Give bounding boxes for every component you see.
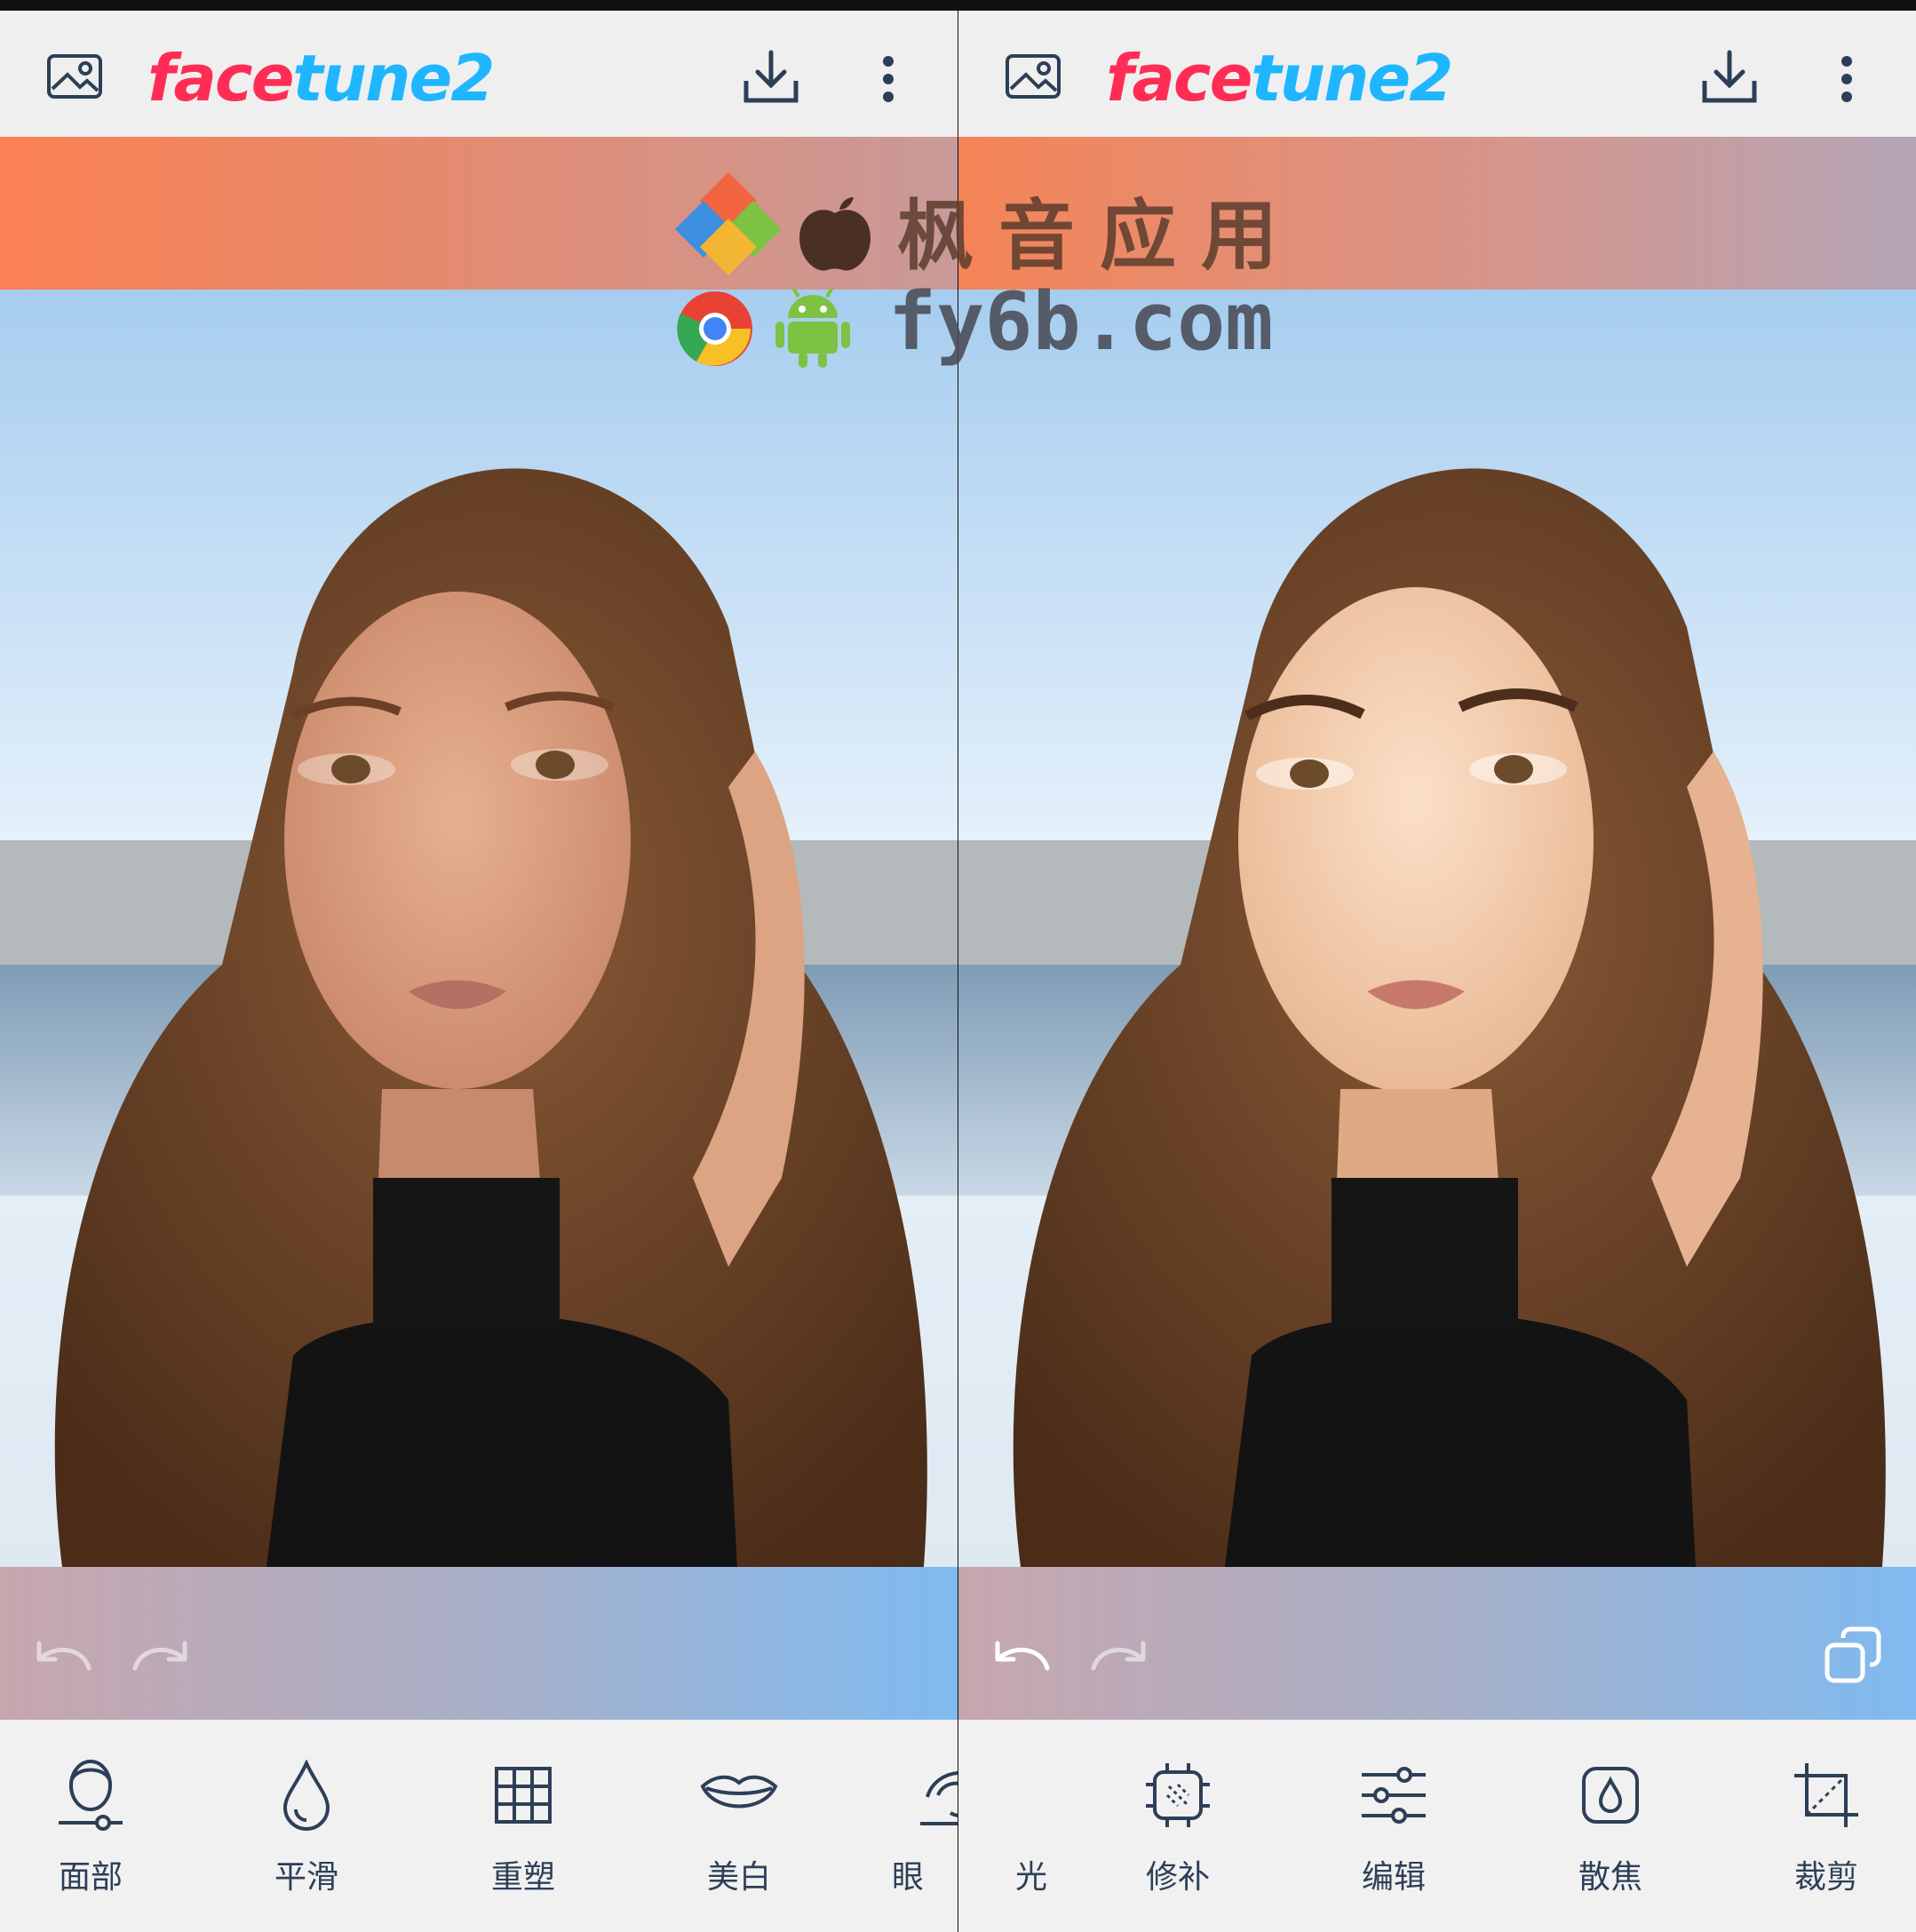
tool-eye-light[interactable]: 光: [958, 1755, 1047, 1897]
logo-tune-text: tune2: [292, 41, 495, 115]
tool-crop[interactable]: 裁剪: [1764, 1755, 1888, 1897]
tool-reshape[interactable]: 重塑: [461, 1755, 585, 1897]
top-gradient-band: [0, 137, 958, 290]
more-vertical-icon[interactable]: [1825, 50, 1869, 108]
tool-edit[interactable]: 编辑: [1332, 1755, 1456, 1897]
face-icon: [51, 1755, 131, 1835]
tool-label: 裁剪: [1793, 1859, 1858, 1896]
patch-icon: [1138, 1755, 1218, 1835]
tool-label: 散焦: [1578, 1859, 1642, 1896]
undo-icon[interactable]: [30, 1634, 96, 1679]
tool-label: 面部: [58, 1859, 123, 1896]
more-vertical-icon[interactable]: [866, 50, 910, 108]
tool-bar: 面部 平滑 重塑 美白 眼: [0, 1720, 958, 1932]
app-header: facetune2: [0, 11, 958, 137]
gallery-icon[interactable]: [43, 50, 107, 103]
eye-light-icon: [914, 1755, 958, 1835]
redo-icon[interactable]: [1086, 1634, 1152, 1679]
download-icon[interactable]: [737, 46, 805, 108]
tool-label: 编辑: [1361, 1859, 1426, 1896]
tool-patch[interactable]: 修补: [1116, 1755, 1240, 1897]
undo-icon[interactable]: [989, 1634, 1054, 1679]
photo-before[interactable]: [0, 290, 958, 1567]
tool-label: 平滑: [274, 1859, 338, 1896]
tool-defocus[interactable]: 散焦: [1548, 1755, 1673, 1897]
grid-icon: [483, 1755, 563, 1835]
tool-smooth[interactable]: 平滑: [244, 1755, 369, 1897]
droplet-icon: [266, 1755, 346, 1835]
tool-label: 眼: [892, 1859, 925, 1896]
defocus-icon: [1570, 1755, 1650, 1835]
logo-face-text: face: [1106, 41, 1252, 115]
download-icon[interactable]: [1696, 46, 1763, 108]
tool-label: 光: [1014, 1859, 1047, 1896]
tool-label: 美白: [706, 1859, 771, 1896]
redo-icon[interactable]: [128, 1634, 194, 1679]
status-strip: [0, 0, 958, 11]
logo-tune-text: tune2: [1251, 41, 1453, 115]
status-strip: [958, 0, 1916, 11]
tool-bar: 光 修补 编辑 散焦 裁剪: [958, 1720, 1916, 1932]
tool-face[interactable]: 面部: [28, 1755, 153, 1897]
tool-label: 修补: [1145, 1859, 1210, 1896]
tool-eye-light[interactable]: 眼: [892, 1755, 958, 1897]
app-logo: facetune2: [1106, 34, 1453, 123]
sliders-icon: [1354, 1755, 1434, 1835]
tool-whiten[interactable]: 美白: [677, 1755, 801, 1897]
gallery-icon[interactable]: [1001, 50, 1065, 103]
after-panel: facetune2 光 修补 编辑 散焦 裁剪: [958, 0, 1916, 1932]
photo-after[interactable]: [958, 290, 1916, 1567]
logo-face-text: face: [147, 41, 294, 115]
lips-icon: [699, 1755, 779, 1835]
compare-icon[interactable]: [1824, 1626, 1882, 1684]
tool-label: 重塑: [490, 1859, 555, 1896]
app-logo: facetune2: [147, 34, 495, 123]
app-header: facetune2: [958, 11, 1916, 137]
crop-icon: [1786, 1755, 1866, 1835]
top-gradient-band: [958, 137, 1916, 290]
before-panel: facetune2 面部 平滑 重塑 美白 眼: [0, 0, 958, 1932]
